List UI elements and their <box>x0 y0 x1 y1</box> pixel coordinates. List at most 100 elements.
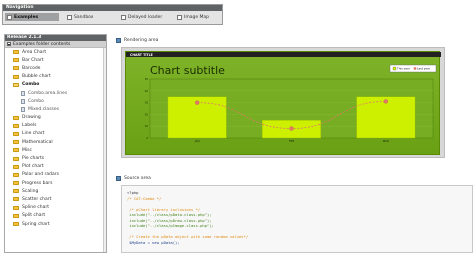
tree-item-label: Polar and radars <box>22 172 59 178</box>
tree-folder-item[interactable]: Labels <box>5 122 106 130</box>
tree-item-label: Barcode <box>22 65 41 71</box>
folder-icon <box>13 205 19 210</box>
tree-folder-item[interactable]: Split chart <box>5 212 106 220</box>
examples-sidebar: Release 2.1.3 Examples folder contents A… <box>4 34 107 253</box>
y-tick-label: 0 <box>146 136 148 140</box>
folder-icon <box>13 172 19 177</box>
tree-folder-item[interactable]: Pie charts <box>5 154 106 162</box>
tree-folder-item[interactable]: Bar Chart <box>5 56 106 64</box>
legend-label: This year <box>396 67 411 71</box>
tab-sandbox[interactable]: Sandbox <box>65 13 115 21</box>
tree-folder-item[interactable]: Area Chart <box>5 48 106 56</box>
x-tick-label: FEB <box>289 139 294 143</box>
tree-item-label: Mixed.classes <box>28 106 59 112</box>
tree-folder-item[interactable]: Polar and radars <box>5 171 106 179</box>
folder-contents-label: Examples folder contents <box>13 41 71 47</box>
file-icon <box>21 106 25 112</box>
last-year-point-jan <box>195 100 200 105</box>
tree-folder-item[interactable]: Spline chart <box>5 204 106 212</box>
delayed-loader-icon <box>121 14 126 20</box>
navigation-panel: Navigation Examples Sandbox Delayed load… <box>2 4 223 25</box>
tree-item-label: Combo <box>28 98 44 104</box>
tree-file-item[interactable]: Mixed.classes <box>5 105 106 113</box>
tree-folder-item[interactable]: Barcode <box>5 64 106 72</box>
folder-icon <box>13 50 19 55</box>
chart-subtitle: Chart subtitle <box>150 64 225 77</box>
tree-folder-item[interactable]: Bubble chart <box>5 73 106 81</box>
last-year-point-mar <box>383 99 388 104</box>
tree-file-item[interactable]: Combo <box>5 97 106 105</box>
x-tick-label: MAR <box>383 139 389 143</box>
chart-title: CHART TITLE <box>130 53 153 57</box>
sandbox-icon <box>67 14 72 20</box>
y-tick-label: 40 <box>145 89 149 93</box>
tree-item-label: Area Chart <box>22 49 47 55</box>
tree-item-label: Bubble chart <box>22 74 51 80</box>
tree-item-label: Combo <box>22 82 40 88</box>
tree-item-label: Drawing <box>22 115 41 121</box>
source-area-title: Source area <box>124 176 151 181</box>
tree-item-label: Pie charts <box>22 156 45 162</box>
tree-folder-item[interactable]: Combo <box>5 81 106 89</box>
tree-folder-item[interactable]: Plot chart <box>5 163 106 171</box>
collapse-icon[interactable] <box>7 42 11 46</box>
tree-item-label: Progress bars <box>22 180 53 186</box>
folder-icon <box>13 140 19 145</box>
rendering-area-header: Rendering area <box>116 38 158 43</box>
sidebar-scrollbar[interactable] <box>103 48 106 252</box>
tab-label: Examples <box>14 14 39 20</box>
tree-folder-item[interactable]: Scatter chart <box>5 195 106 203</box>
folder-icon <box>13 189 19 194</box>
tree-folder-item[interactable]: Misc <box>5 146 106 154</box>
folder-icon <box>13 115 19 120</box>
last-year-point-feb <box>289 126 294 131</box>
y-tick-label: 50 <box>145 77 149 81</box>
tree-item-label: Spring chart <box>22 221 50 227</box>
tree-item-label: Scaling <box>22 188 39 194</box>
tree-item-label: Bar Chart <box>22 57 44 63</box>
folder-contents-header[interactable]: Examples folder contents <box>5 41 106 48</box>
tree-folder-item[interactable]: Drawing <box>5 114 106 122</box>
chart-image: CHART TITLE Chart subtitle This year Last y… <box>125 51 441 155</box>
source-area-icon <box>116 176 121 181</box>
tree-folder-item[interactable]: Progress bars <box>5 179 106 187</box>
folder-icon <box>13 123 19 128</box>
folder-icon <box>13 222 19 227</box>
chart-svg: CHART TITLE Chart subtitle This year Last y… <box>126 52 441 143</box>
tree-folder-item[interactable]: Scaling <box>5 187 106 195</box>
tree-file-item[interactable]: Combo.area.lines <box>5 89 106 97</box>
file-icon <box>21 98 25 104</box>
tab-label: Delayed loader <box>128 14 163 20</box>
examples-icon <box>7 14 12 20</box>
folder-icon <box>13 213 19 218</box>
tab-label: Sandbox <box>74 14 94 20</box>
file-icon <box>21 90 25 96</box>
y-tick-label: 20 <box>145 112 149 116</box>
folder-icon <box>13 181 19 186</box>
tab-examples[interactable]: Examples <box>5 13 59 21</box>
legend-swatch-this-year <box>392 66 397 71</box>
source-area-header: Source area <box>116 176 151 181</box>
tab-image-map[interactable]: Image Map <box>175 13 221 21</box>
tree-item-label: Scatter chart <box>22 196 52 202</box>
folder-icon <box>13 197 19 202</box>
source-code-line: $MyData = new pData(); <box>127 239 180 245</box>
source-code-panel: <?php/* CAT:Combo */ /* pChart library i… <box>121 185 473 253</box>
tree-folder-item[interactable]: Line chart <box>5 130 106 138</box>
folder-icon <box>13 58 19 63</box>
examples-tree: Area Chart Bar Chart Barcode Bubble chart Co… <box>5 48 106 228</box>
tree-folder-item[interactable]: Spring chart <box>5 220 106 228</box>
tree-item-label: Plot chart <box>22 164 44 170</box>
image-map-icon <box>177 14 182 20</box>
rendering-area-icon <box>116 38 121 43</box>
tree-folder-item[interactable]: Mathematical <box>5 138 106 146</box>
legend-swatch-last-year <box>413 67 417 70</box>
tree-item-label: Line chart <box>22 131 45 137</box>
tab-delayed-loader[interactable]: Delayed loader <box>119 13 174 21</box>
folder-icon <box>13 131 19 136</box>
folder-icon <box>13 156 19 161</box>
tree-item-label: Split chart <box>22 213 46 219</box>
folder-open-icon <box>13 82 19 87</box>
folder-icon <box>13 164 19 169</box>
y-tick-label: 10 <box>145 124 149 128</box>
